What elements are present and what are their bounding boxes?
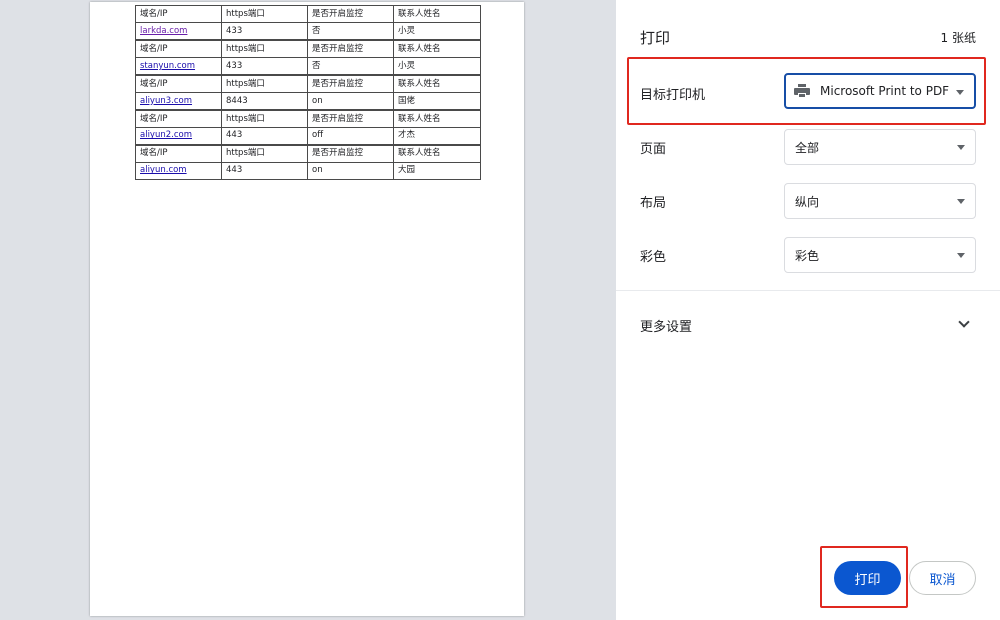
print-button[interactable]: 打印 bbox=[834, 561, 901, 595]
domain-link[interactable]: larkda.com bbox=[135, 22, 222, 41]
table-row: aliyun3.com 8443 on 国佬 bbox=[135, 91, 481, 111]
table-cell: 否 bbox=[307, 57, 394, 76]
table-row: aliyun2.com 443 off 才杰 bbox=[135, 126, 481, 146]
more-settings-toggle[interactable]: 更多设置 bbox=[640, 316, 692, 335]
table-row: stanyun.com 433 否小灵 bbox=[135, 57, 481, 76]
sheet-count: 1 张纸 bbox=[940, 31, 976, 45]
table-cell: 小灵 bbox=[393, 57, 481, 76]
table-cell: off bbox=[307, 126, 394, 146]
domain-link[interactable]: aliyun3.com bbox=[135, 91, 222, 111]
table-cell: 433 bbox=[221, 22, 308, 41]
pages-label: 页面 bbox=[640, 142, 667, 157]
domain-link[interactable]: aliyun.com bbox=[135, 161, 222, 180]
table-cell: on bbox=[307, 91, 394, 111]
table-cell: 国佬 bbox=[393, 91, 481, 111]
panel-title: 打印 bbox=[640, 29, 671, 47]
table-cell: 是否开启监控 bbox=[307, 108, 394, 128]
table-row: 域名/IP https端口 是否开启监控 联系人姓名 bbox=[135, 4, 481, 24]
table-cell: 443 bbox=[221, 161, 308, 180]
color-select[interactable]: 彩色 bbox=[784, 237, 976, 273]
table-row: 域名/IP https端口 是否开启监控 联系人姓名 bbox=[135, 74, 481, 93]
dropdown-caret-icon bbox=[956, 90, 964, 95]
table-cell: https端口 bbox=[221, 39, 308, 59]
chevron-down-icon[interactable] bbox=[958, 316, 970, 328]
table-cell: 小灵 bbox=[393, 22, 481, 41]
cancel-button[interactable]: 取消 bbox=[909, 561, 976, 595]
table-cell: 是否开启监控 bbox=[307, 74, 394, 93]
table-cell: 443 bbox=[221, 126, 308, 146]
pages-value: 全部 bbox=[795, 140, 820, 155]
table-row: aliyun.com 443 on 大园 bbox=[135, 161, 481, 180]
table-cell: 域名/IP bbox=[135, 74, 222, 93]
color-value: 彩色 bbox=[795, 248, 820, 263]
table-cell: 是否开启监控 bbox=[307, 143, 394, 163]
printer-icon bbox=[794, 84, 810, 98]
table-cell: https端口 bbox=[221, 143, 308, 163]
table-cell: 联系人姓名 bbox=[393, 74, 481, 93]
table-cell: 是否开启监控 bbox=[307, 4, 394, 24]
table-cell: https端口 bbox=[221, 74, 308, 93]
domain-link[interactable]: stanyun.com bbox=[135, 57, 222, 76]
table-cell: 域名/IP bbox=[135, 143, 222, 163]
table-cell: 大园 bbox=[393, 161, 481, 180]
table-cell: 域名/IP bbox=[135, 39, 222, 59]
dropdown-caret-icon bbox=[957, 145, 965, 150]
table-cell: on bbox=[307, 161, 394, 180]
dropdown-caret-icon bbox=[957, 253, 965, 258]
table-row: 域名/IP https端口 是否开启监控 联系人姓名 bbox=[135, 143, 481, 163]
table-cell: 否 bbox=[307, 22, 394, 41]
table-cell: 域名/IP bbox=[135, 4, 222, 24]
preview-page: 域名/IP https端口 是否开启监控 联系人姓名 larkda.com 433 否小灵域… bbox=[90, 2, 524, 616]
color-label: 彩色 bbox=[640, 250, 667, 265]
table-cell: 联系人姓名 bbox=[393, 4, 481, 24]
layout-label: 布局 bbox=[640, 196, 667, 211]
domain-link[interactable]: aliyun2.com bbox=[135, 126, 222, 146]
destination-label: 目标打印机 bbox=[640, 88, 706, 103]
table-cell: 8443 bbox=[221, 91, 308, 111]
table-cell: 联系人姓名 bbox=[393, 39, 481, 59]
destination-value: Microsoft Print to PDF bbox=[820, 84, 950, 98]
table-cell: 联系人姓名 bbox=[393, 143, 481, 163]
table-cell: https端口 bbox=[221, 108, 308, 128]
print-preview-area: 域名/IP https端口 是否开启监控 联系人姓名 larkda.com 433 否小灵域… bbox=[0, 0, 616, 620]
print-settings-panel: 打印 1 张纸 目标打印机 Microsoft Print to PDF 页面 … bbox=[616, 0, 1000, 620]
section-divider bbox=[616, 290, 1000, 291]
table-cell: 433 bbox=[221, 57, 308, 76]
table-cell: 才杰 bbox=[393, 126, 481, 146]
document-table: 域名/IP https端口 是否开启监控 联系人姓名 larkda.com 433 否小灵域… bbox=[135, 4, 481, 180]
table-row: larkda.com 433 否小灵 bbox=[135, 22, 481, 41]
table-cell: 域名/IP bbox=[135, 108, 222, 128]
destination-select[interactable]: Microsoft Print to PDF bbox=[784, 73, 976, 109]
table-cell: 联系人姓名 bbox=[393, 108, 481, 128]
pages-select[interactable]: 全部 bbox=[784, 129, 976, 165]
table-row: 域名/IP https端口 是否开启监控 联系人姓名 bbox=[135, 108, 481, 128]
layout-select[interactable]: 纵向 bbox=[784, 183, 976, 219]
table-cell: 是否开启监控 bbox=[307, 39, 394, 59]
layout-value: 纵向 bbox=[795, 194, 820, 209]
table-row: 域名/IP https端口 是否开启监控 联系人姓名 bbox=[135, 39, 481, 59]
table-cell: https端口 bbox=[221, 4, 308, 24]
dropdown-caret-icon bbox=[957, 199, 965, 204]
